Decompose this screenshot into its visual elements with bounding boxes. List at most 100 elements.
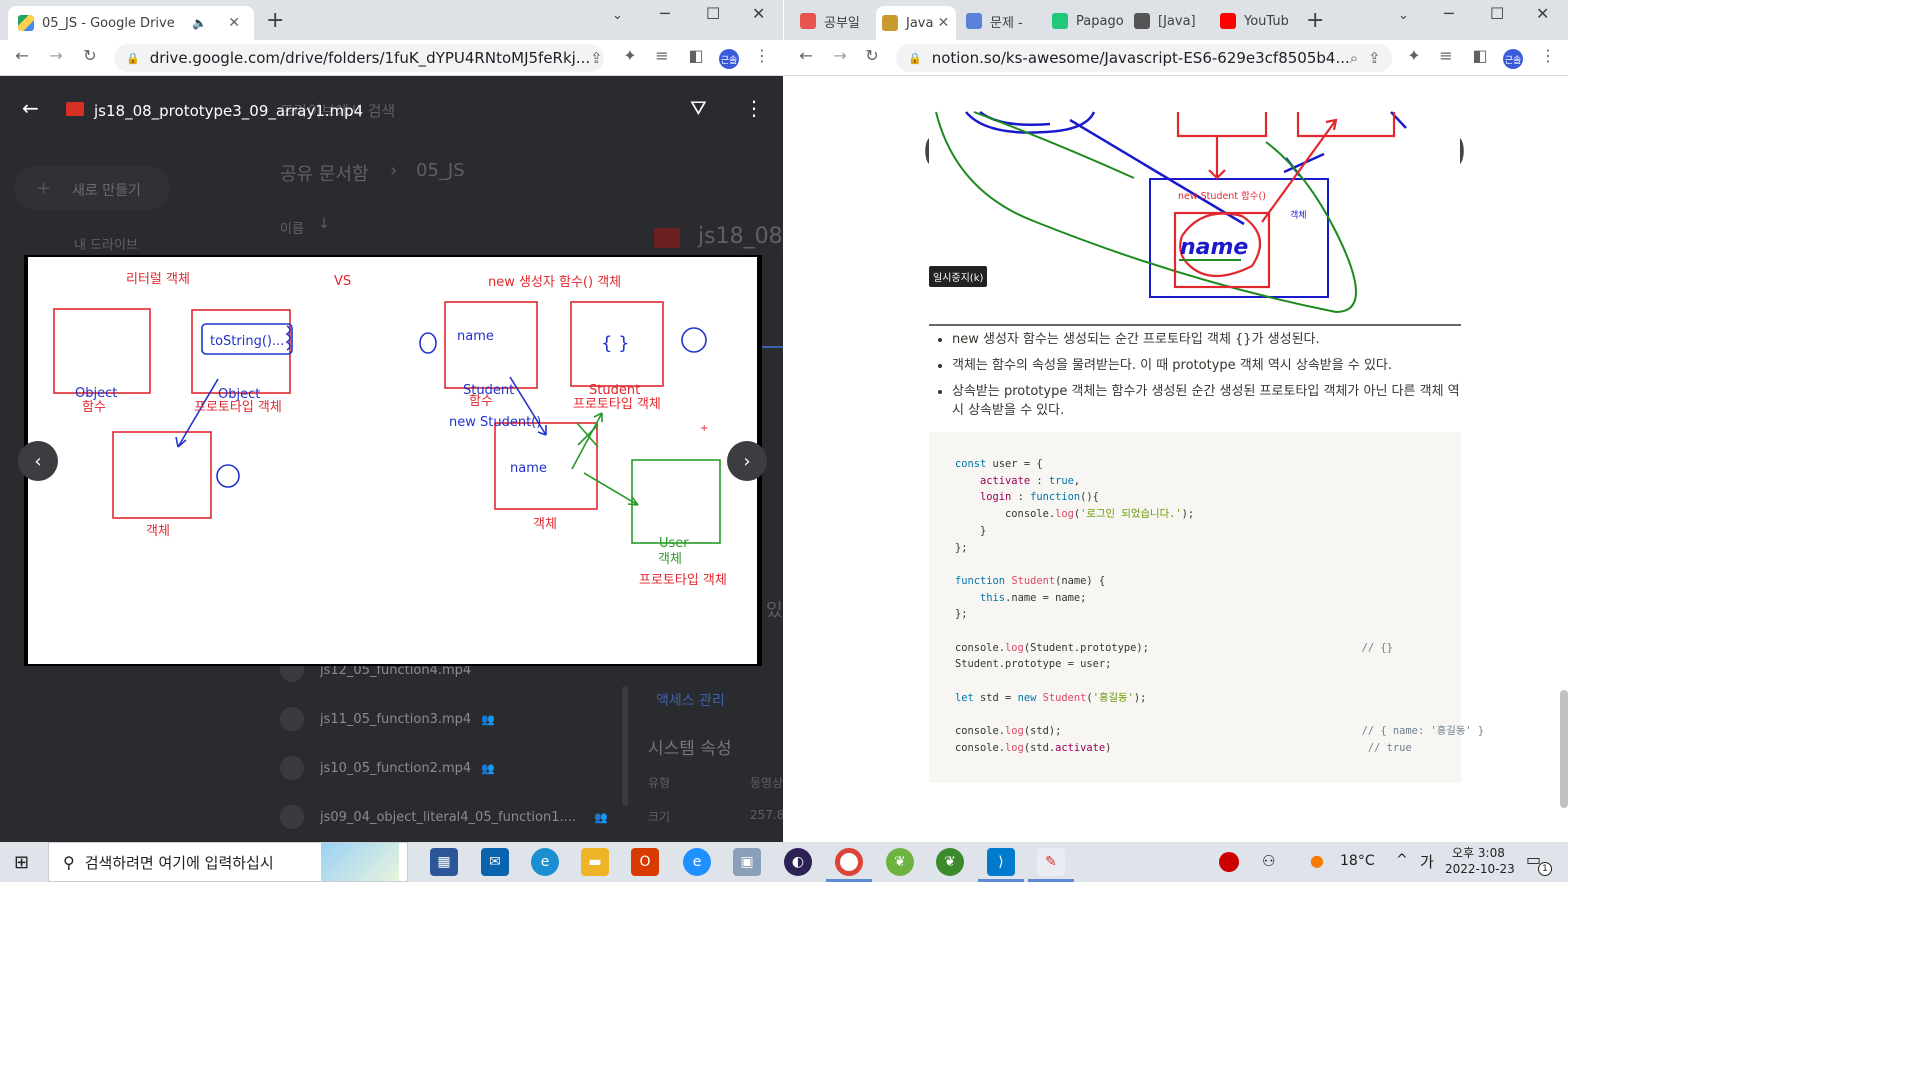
close-window-button[interactable]: ✕ [1536, 4, 1549, 23]
sort-arrow-icon[interactable]: ↓ [318, 216, 330, 232]
more-options-icon[interactable]: ⋮ [744, 96, 764, 120]
tab-java2[interactable]: [Java] [1128, 4, 1212, 38]
tab-youtube[interactable]: YouTub [1214, 4, 1298, 38]
page-scrollbar[interactable] [1560, 690, 1568, 808]
menu-kebab-icon[interactable]: ⋮ [750, 46, 774, 65]
list-item[interactable]: js09_04_object_literal4_05_function1....… [280, 805, 608, 829]
mail-icon[interactable]: ✉ [481, 848, 509, 876]
file-explorer-icon[interactable]: ▬ [581, 848, 609, 876]
tray-app-icon[interactable] [1219, 852, 1239, 872]
name-label: name [457, 329, 494, 344]
code-line: }; [955, 541, 968, 554]
prev-file-button[interactable]: ‹ [18, 441, 58, 481]
breadcrumb-folder[interactable]: 05_JS [416, 160, 465, 181]
next-file-button[interactable]: › [727, 441, 767, 481]
add-to-drive-icon[interactable]: ⛛ [690, 96, 707, 120]
side-panel-icon[interactable]: ◧ [1468, 46, 1492, 65]
reload-icon[interactable]: ↻ [860, 46, 884, 65]
ime-indicator[interactable]: 가 [1420, 851, 1434, 872]
edge-icon[interactable]: e [531, 848, 559, 876]
extensions-icon[interactable]: ✦ [618, 46, 642, 65]
tab-study[interactable]: 공부일 [794, 4, 872, 38]
microsoft-store-icon[interactable]: ▦ [430, 848, 458, 876]
windows-start-icon[interactable]: ⊞ [14, 852, 29, 873]
tab-java[interactable]: Java ✕ [876, 6, 956, 40]
utility-app-icon[interactable]: ▣ [733, 848, 761, 876]
tab-search-icon[interactable]: ⌄ [612, 8, 623, 23]
breadcrumb-root[interactable]: 공유 문서함 [280, 160, 369, 186]
notion-page-icon [882, 15, 898, 31]
minimize-button[interactable]: ─ [660, 4, 670, 23]
share-icon[interactable]: ⇪ [590, 49, 603, 67]
url-text: notion.so/ks-awesome/Javascript-ES6-629e… [931, 49, 1350, 67]
access-manage-link[interactable]: 액세스 관리 [656, 690, 725, 710]
url-text: drive.google.com/drive/folders/1fuK_dYPU… [149, 49, 591, 67]
tab-papago[interactable]: Papago [1046, 4, 1126, 38]
close-window-button[interactable]: ✕ [752, 4, 765, 23]
play-icon [280, 707, 304, 731]
tray-overflow-icon[interactable]: ^ [1396, 852, 1408, 868]
tab-search-icon[interactable]: ⌄ [1398, 8, 1409, 23]
clock-time[interactable]: 오후 3:08 [1452, 844, 1505, 861]
share-icon[interactable]: ⇪ [1368, 49, 1381, 67]
code-block[interactable]: const user = { activate : true, login : … [929, 432, 1484, 783]
list-item[interactable]: js10_05_function2.mp4 👥 [280, 756, 495, 780]
vscode-icon[interactable]: ⟩ [987, 848, 1015, 876]
back-icon[interactable]: ← [10, 46, 34, 65]
profile-avatar[interactable]: 근솔 [1503, 49, 1523, 69]
google-drive-favicon-icon [18, 15, 34, 31]
close-tab-icon[interactable]: ✕ [933, 15, 953, 31]
instance-to-user-arrow [583, 472, 639, 506]
spring-tool-2-icon[interactable]: ❦ [936, 848, 964, 876]
media-control-icon[interactable]: ≡ [1434, 46, 1458, 65]
address-bar[interactable]: 🔒 notion.so/ks-awesome/Javascript-ES6-62… [896, 44, 1392, 72]
office-icon[interactable]: O [631, 848, 659, 876]
back-icon[interactable]: ← [794, 46, 818, 65]
extensions-icon[interactable]: ✦ [1402, 46, 1426, 65]
address-bar[interactable]: 🔒 drive.google.com/drive/folders/1fuK_dY… [114, 44, 604, 72]
weather-temp[interactable]: 18°C [1340, 853, 1375, 869]
bookmark-star-icon[interactable]: ☆ [1391, 49, 1392, 67]
paint-icon[interactable]: ✎ [1037, 848, 1065, 876]
shared-icon: 👥 [594, 810, 608, 824]
maximize-button[interactable]: ☐ [1490, 4, 1504, 23]
minimize-button[interactable]: ─ [1444, 4, 1454, 23]
speaker-icon: 🔈 [192, 16, 207, 30]
close-tab-icon[interactable]: ✕ [224, 15, 244, 31]
tab-google-drive[interactable]: 05_JS - Google Drive 🔈 ✕ [8, 6, 254, 40]
my-drive-link[interactable]: 내 드라이브 [74, 234, 138, 253]
maximize-button[interactable]: ☐ [706, 4, 720, 23]
code-line: function Student(name) { [955, 574, 1106, 587]
code-icon [966, 13, 982, 29]
student-function-box [444, 301, 538, 389]
chrome-icon[interactable] [835, 848, 863, 876]
back-arrow-icon[interactable]: ← [22, 96, 39, 120]
scrollbar[interactable] [622, 686, 628, 806]
chrome-active-indicator [826, 879, 872, 882]
taskbar-search-box[interactable]: ⚲ 검색하려면 여기에 입력하십시 [48, 842, 408, 882]
video-slider-left [925, 138, 929, 164]
internet-explorer-icon[interactable]: e [683, 848, 711, 876]
forward-icon[interactable]: → [828, 46, 852, 65]
menu-kebab-icon[interactable]: ⋮ [1536, 46, 1560, 65]
tab-problem[interactable]: 문제 - [960, 4, 1044, 38]
new-tab-button[interactable]: + [266, 8, 284, 33]
bullet-item[interactable]: 상속받는 prototype 객체는 함수가 생성된 순간 생성된 프로토타입 … [952, 382, 1464, 420]
side-panel-icon[interactable]: ◧ [684, 46, 708, 65]
profile-avatar[interactable]: 근솔 [719, 49, 739, 69]
forward-icon[interactable]: → [44, 46, 68, 65]
weather-icon[interactable]: ● [1310, 851, 1324, 870]
new-tab-button[interactable]: + [1306, 8, 1324, 33]
clock-date[interactable]: 2022-10-23 [1445, 862, 1515, 876]
spring-tool-icon[interactable]: ❦ [886, 848, 914, 876]
lock-icon: 🔒 [908, 51, 922, 65]
reload-icon[interactable]: ↻ [78, 46, 102, 65]
list-item[interactable]: js11_05_function3.mp4 👥 [280, 707, 495, 731]
viewer-filename: js18_08_prototype3_09_array1.mp4 [94, 102, 364, 120]
media-control-icon[interactable]: ≡ [650, 46, 674, 65]
people-icon[interactable]: ⚇ [1262, 852, 1275, 870]
zoom-icon[interactable]: ⌕ [1350, 49, 1358, 67]
whiteboard-frame: 리터럴 객체 VS new 생성자 함수() 객체 toString()... … [28, 257, 757, 664]
name-column-header[interactable]: 이름 [280, 218, 304, 237]
eclipse-icon[interactable]: ◐ [784, 848, 812, 876]
